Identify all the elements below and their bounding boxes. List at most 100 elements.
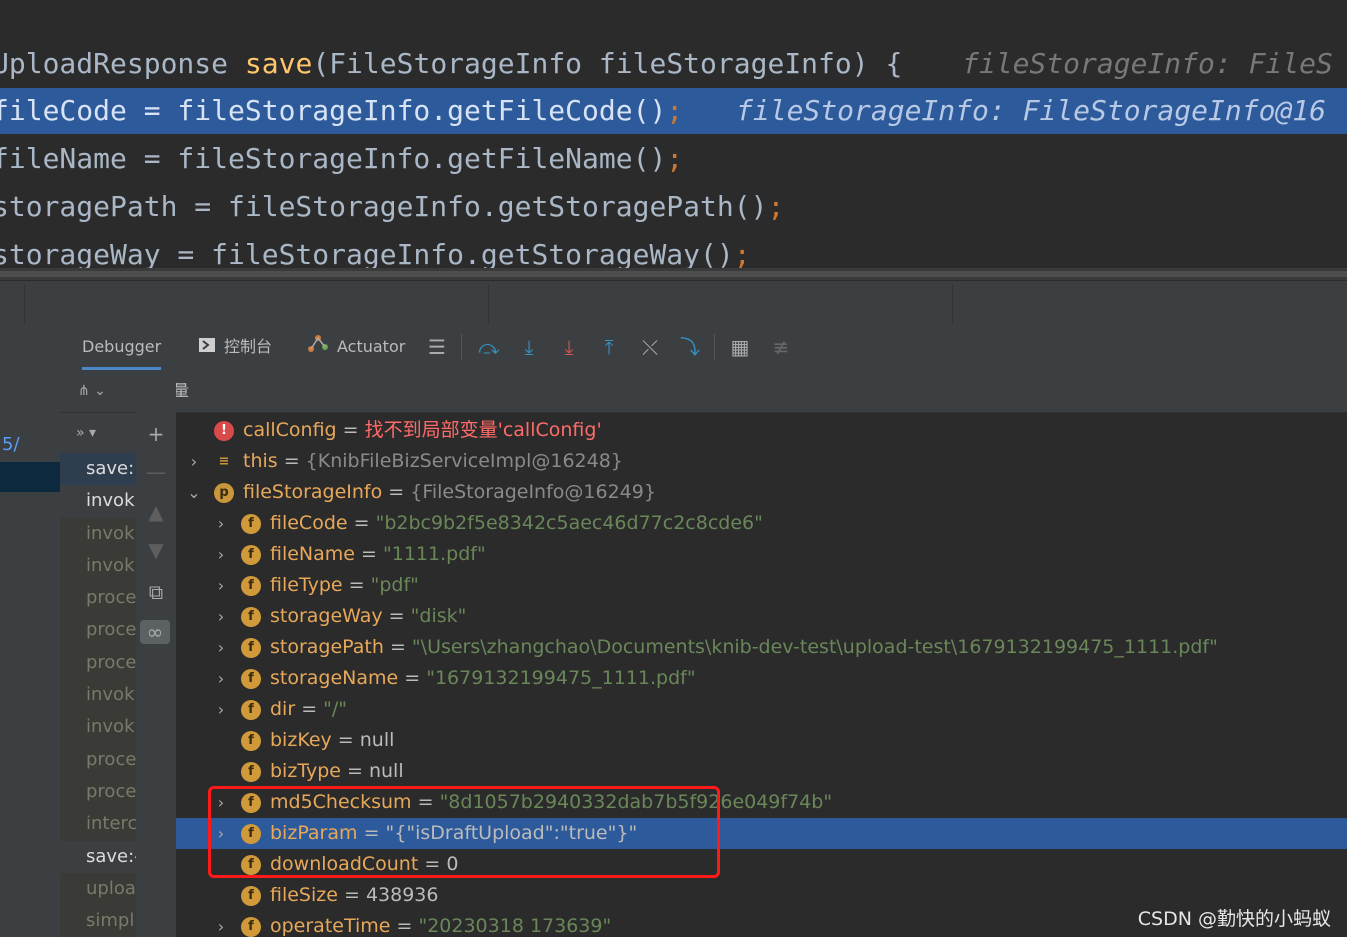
variable-value: 找不到局部变量'callConfig'	[364, 419, 602, 441]
variable-row-storageName[interactable]: › f storageName = "1679132199475_1111.pdf"	[176, 663, 1347, 694]
variable-name: this	[243, 450, 278, 472]
field-icon: f	[241, 886, 261, 906]
variable-value: "b2bc9b2f5e8342c5aec46d77c2c8cde6"	[375, 512, 763, 534]
code-line-4[interactable]: storagePath = fileStorageInfo.getStorage…	[0, 184, 1347, 230]
field-icon: f	[241, 638, 261, 658]
expand-arrow-icon[interactable]: ›	[213, 601, 229, 632]
variable-name: fileName	[270, 543, 355, 565]
run-to-cursor-icon[interactable]: ⤵	[678, 335, 702, 359]
code-editor[interactable]: UploadResponse save(FileStorageInfo file…	[0, 0, 1347, 270]
frame-item[interactable]: invok	[60, 485, 136, 518]
move-up-icon[interactable]: ▲	[144, 500, 168, 524]
variable-value: null	[359, 729, 395, 751]
expand-arrow-icon[interactable]: ›	[213, 694, 229, 725]
copy-icon[interactable]: ⧉	[144, 580, 168, 604]
expand-arrow-icon[interactable]: ›	[186, 446, 202, 477]
frame-item[interactable]: invok	[60, 711, 136, 744]
step-into-icon[interactable]: ⤓	[517, 335, 541, 359]
equals-sign: =	[342, 574, 371, 596]
collapse-arrow-icon[interactable]: ⌄	[186, 477, 202, 508]
step-out-icon[interactable]: ⤒	[597, 335, 621, 359]
scrollbar-thumb[interactable]	[0, 271, 1347, 277]
field-icon: f	[241, 731, 261, 751]
expand-arrow-icon[interactable]: ›	[213, 911, 229, 937]
console-icon	[198, 325, 216, 371]
equals-sign: =	[398, 667, 427, 689]
variable-value: {FileStorageInfo@16249}	[410, 481, 656, 503]
strip-segment	[25, 285, 489, 323]
code-line-3[interactable]: fileName = fileStorageInfo.getFileName()…	[0, 136, 1347, 182]
error-icon: !	[214, 421, 234, 441]
frame-item[interactable]: save:1	[60, 453, 136, 486]
variable-value: "/"	[323, 698, 348, 720]
drop-frame-icon[interactable]: ⤬	[638, 335, 662, 359]
frame-item[interactable]: proce	[60, 582, 136, 615]
variable-row-storagePath[interactable]: › f storagePath = "\Users\zhangchao\Docume…	[176, 632, 1347, 663]
expand-arrow-icon[interactable]: ›	[213, 632, 229, 663]
variables-header: 变量	[176, 370, 1347, 413]
frames-more[interactable]: » ▾	[60, 413, 136, 453]
field-icon: f	[241, 917, 261, 937]
force-step-into-icon[interactable]: ⤓	[557, 335, 581, 359]
evaluate-icon[interactable]: ▦	[728, 335, 752, 359]
variable-name: operateTime	[270, 915, 391, 937]
frame-item[interactable]: uploa	[60, 872, 136, 906]
expand-arrow-icon[interactable]: ›	[213, 508, 229, 539]
variable-row-fileCode[interactable]: › f fileCode = "b2bc9b2f5e8342c5aec46d77c2…	[176, 508, 1347, 539]
variable-name: fileType	[270, 574, 343, 596]
variable-row-this[interactable]: › ≡ this = {KnibFileBizServiceImpl@16248}	[176, 446, 1347, 477]
variable-value: null	[368, 760, 404, 782]
frame-item[interactable]: save:-	[60, 840, 136, 873]
tab-actuator[interactable]: Actuator	[307, 324, 405, 370]
variable-row-callConfig[interactable]: ! callConfig = 找不到局部变量'callConfig'	[176, 415, 1347, 446]
trace-icon[interactable]: ≢	[769, 335, 793, 359]
variable-value: 438936	[365, 884, 439, 906]
expand-arrow-icon[interactable]: ›	[213, 539, 229, 570]
frame-item[interactable]: proce	[60, 775, 136, 809]
frame-item[interactable]: interc	[60, 808, 136, 841]
actuator-icon	[307, 325, 329, 371]
menu-icon[interactable]: ☰	[425, 335, 449, 359]
tab-console[interactable]: 控制台	[198, 324, 272, 370]
frame-item[interactable]: invok	[60, 549, 136, 583]
expand-arrow-icon[interactable]: ›	[213, 663, 229, 694]
variable-value: "\Users\zhangchao\Documents\knib-dev-tes…	[411, 636, 1218, 658]
code-line-5[interactable]: storageWay = fileStorageInfo.getStorageW…	[0, 232, 1347, 270]
highlight-annotation-box	[208, 786, 720, 878]
variable-name: storageName	[270, 667, 399, 689]
variable-name: fileSize	[270, 884, 338, 906]
code-line-1[interactable]: UploadResponse save(FileStorageInfo file…	[0, 41, 1347, 87]
panel-tab-strip	[0, 280, 1347, 325]
variable-row-storageWay[interactable]: › f storageWay = "disk"	[176, 601, 1347, 632]
toolbar-separator	[714, 334, 715, 360]
frame-item[interactable]: invok	[60, 679, 136, 712]
variable-name: storageWay	[270, 605, 383, 627]
frame-item[interactable]: proce	[60, 743, 136, 776]
frame-item[interactable]: proce	[60, 614, 136, 647]
equals-sign: =	[382, 481, 411, 503]
variable-row-bizType[interactable]: f bizType = null	[176, 756, 1347, 787]
equals-sign: =	[390, 915, 419, 937]
variable-row-dir[interactable]: › f dir = "/"	[176, 694, 1347, 725]
frames-filter[interactable]: ⋔ ⌄	[60, 370, 136, 413]
variable-row-fileType[interactable]: › f fileType = "pdf"	[176, 570, 1347, 601]
code-line-current[interactable]: fileCode = fileStorageInfo.getFileCode()…	[0, 88, 1347, 134]
expand-arrow-icon[interactable]: ›	[213, 570, 229, 601]
add-watch-icon[interactable]: +	[144, 422, 168, 446]
field-icon: f	[241, 700, 261, 720]
remove-watch-icon[interactable]: —	[144, 460, 168, 484]
frame-item[interactable]: simpl	[60, 905, 136, 937]
editor-horizontal-scrollbar[interactable]	[0, 268, 1347, 280]
show-watches-icon[interactable]: ∞	[140, 620, 170, 644]
tab-debugger[interactable]: Debugger	[82, 324, 162, 370]
variable-row-fileStorageInfo[interactable]: ⌄ p fileStorageInfo = {FileStorageInfo@162…	[176, 477, 1347, 508]
variable-row-bizKey[interactable]: f bizKey = null	[176, 725, 1347, 756]
parameter-icon: p	[214, 483, 234, 503]
step-over-icon[interactable]: ⤼	[477, 335, 501, 359]
object-icon: ≡	[218, 454, 230, 469]
equals-sign: =	[336, 419, 365, 441]
variable-row-fileName[interactable]: › f fileName = "1111.pdf"	[176, 539, 1347, 570]
move-down-icon[interactable]: ▼	[144, 538, 168, 562]
frame-item[interactable]: invok	[60, 517, 136, 550]
frame-item[interactable]: proce	[60, 646, 136, 680]
